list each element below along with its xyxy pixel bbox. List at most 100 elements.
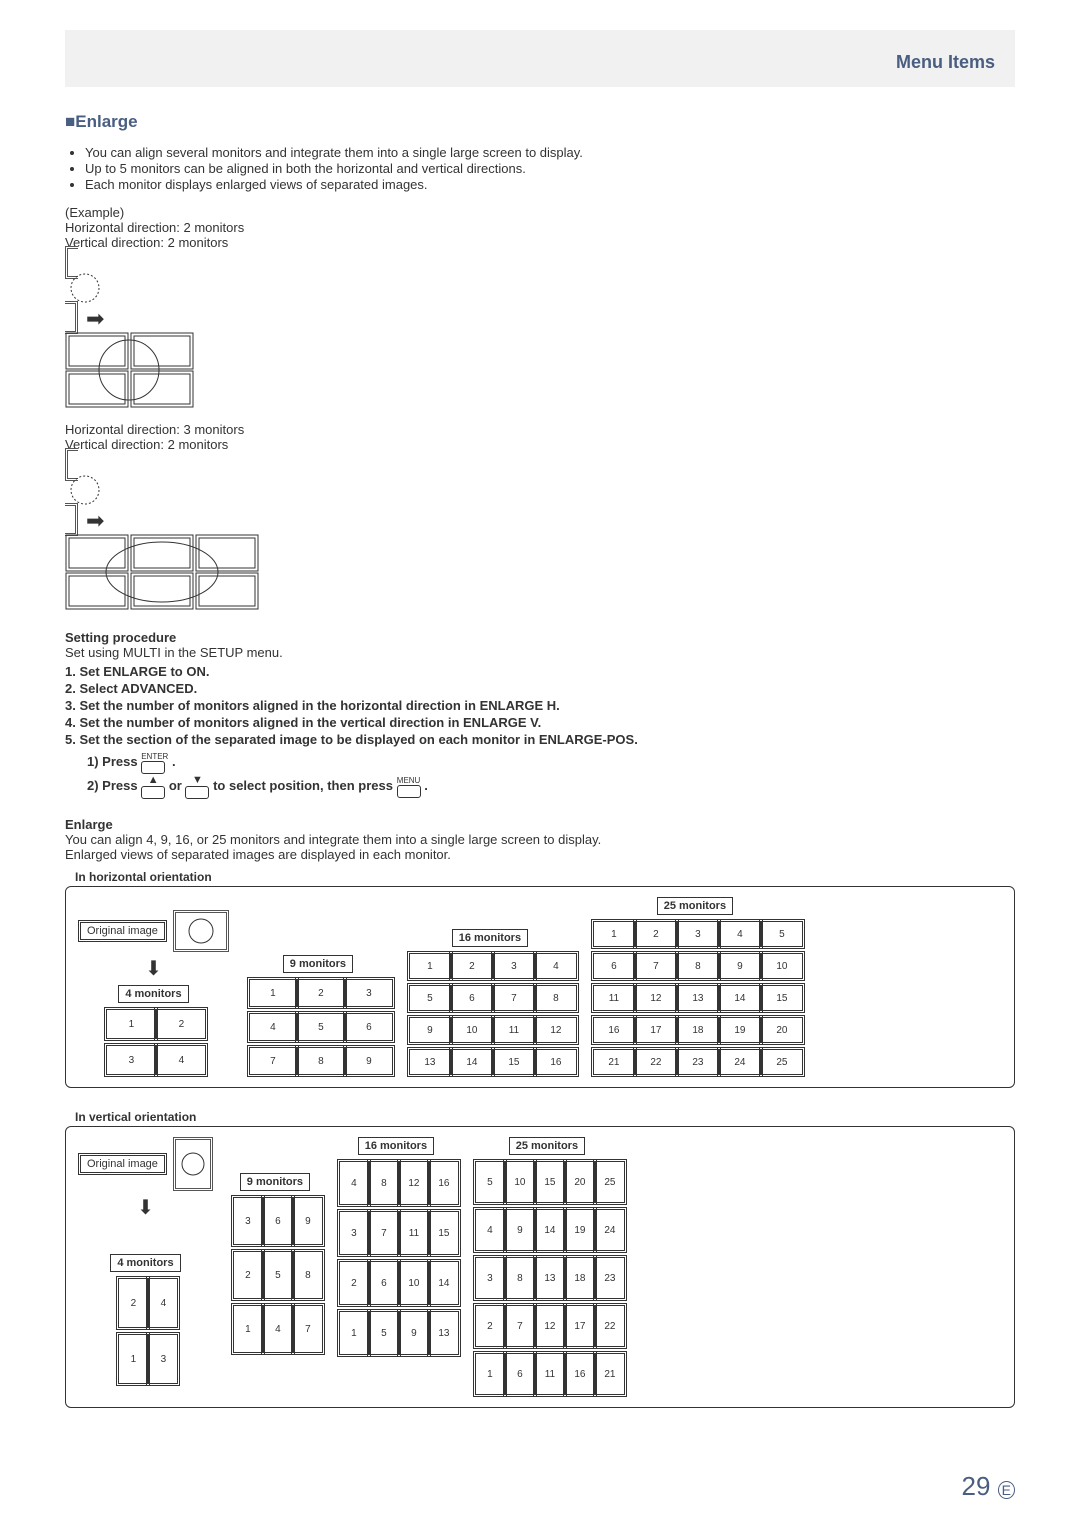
monitor-cell: 14: [717, 983, 763, 1013]
arrow-down-icon: ⬇: [137, 1195, 154, 1220]
monitor-cell: 14: [449, 1047, 495, 1077]
monitor-cell: 8: [503, 1255, 537, 1301]
horizontal-chart: Original image ⬇ 4 monitors 1234 9 monit…: [65, 886, 1015, 1088]
target-grid-2x2: [65, 332, 1015, 408]
monitor-cell: 10: [759, 951, 805, 981]
monitor-cell: 23: [593, 1255, 627, 1301]
grid-25-h: 1234567891011121314151617181920212223242…: [591, 919, 799, 1077]
monitor-cell: 15: [759, 983, 805, 1013]
page-suffix: E: [998, 1481, 1015, 1499]
monitor-cell: 11: [397, 1209, 431, 1257]
monitor-cell: 9: [503, 1207, 537, 1253]
monitor-cell: 6: [343, 1011, 395, 1043]
monitor-cell: 5: [407, 983, 453, 1013]
monitor-cell: 8: [533, 983, 579, 1013]
monitor-cell: 22: [593, 1303, 627, 1349]
monitor-cell: 1: [337, 1309, 371, 1357]
monitor-cell: 8: [291, 1249, 325, 1301]
monitor-cell: 1: [116, 1332, 150, 1386]
step: 3. Set the number of monitors aligned in…: [65, 698, 1015, 713]
monitor-cell: 4: [247, 1011, 299, 1043]
arrow-down-icon: ⬇: [145, 956, 162, 981]
substep-1: 1) Press ENTER .: [65, 751, 1015, 774]
original-image-label: Original image: [78, 1153, 167, 1175]
monitors-9-label: 9 monitors: [283, 955, 353, 973]
source-monitor-icon: [65, 448, 1015, 536]
procedure-heading: Setting procedure: [65, 630, 176, 645]
monitor-cell: 13: [427, 1309, 461, 1357]
monitor-cell: 15: [533, 1159, 567, 1205]
monitor-cell: 21: [591, 1047, 637, 1077]
monitors-4-label: 4 monitors: [110, 1254, 180, 1272]
monitor-cell: 12: [533, 1303, 567, 1349]
text: to select position, then press: [213, 778, 396, 793]
monitor-cell: 14: [427, 1259, 461, 1307]
setting-procedure: Setting procedure Set using MULTI in the…: [65, 630, 1015, 799]
bullet-item: Up to 5 monitors can be aligned in both …: [85, 161, 1015, 176]
monitor-cell: 3: [473, 1255, 507, 1301]
monitor-cell: 10: [397, 1259, 431, 1307]
monitor-cell: 15: [491, 1047, 537, 1077]
bullet-item: You can align several monitors and integ…: [85, 145, 1015, 160]
original-block-v: Original image ⬇ 4 monitors 2413: [78, 1137, 213, 1386]
monitor-cell: 4: [717, 919, 763, 949]
step: 1. Set ENLARGE to ON.: [65, 664, 1015, 679]
grid-4-h: 1234: [104, 1007, 202, 1077]
original-block: Original image ⬇ 4 monitors 1234: [78, 910, 229, 1077]
monitor-cell: 7: [503, 1303, 537, 1349]
menu-button-icon: MENU: [397, 775, 421, 798]
original-image-label: Original image: [78, 920, 167, 942]
monitor-cell: 16: [563, 1351, 597, 1397]
vertical-chart: Original image ⬇ 4 monitors 2413 9 monit…: [65, 1126, 1015, 1408]
monitor-cell: 12: [533, 1015, 579, 1045]
monitors-16-label: 16 monitors: [358, 1137, 434, 1155]
source-monitor-icon: [65, 246, 1015, 334]
monitor-cell: 12: [397, 1159, 431, 1207]
monitor-cell: 6: [503, 1351, 537, 1397]
content: ■Enlarge You can align several monitors …: [65, 87, 1015, 1408]
monitor-cell: 4: [337, 1159, 371, 1207]
monitor-cell: 8: [367, 1159, 401, 1207]
monitor-cell: 2: [231, 1249, 265, 1301]
monitor-cell: 2: [295, 977, 347, 1009]
monitor-cell: 2: [449, 951, 495, 981]
monitor-cell: 4: [261, 1303, 295, 1355]
example1-h: Horizontal direction: 2 monitors: [65, 220, 1015, 235]
enlarge-section-2: Enlarge You can align 4, 9, 16, or 25 mo…: [65, 817, 1015, 1408]
monitor-cell: 7: [247, 1045, 299, 1077]
monitor-cell: 5: [473, 1159, 507, 1205]
monitor-cell: 17: [633, 1015, 679, 1045]
label: MENU: [397, 776, 421, 785]
text: .: [424, 778, 428, 793]
grid-16-h: 12345678910111213141516: [407, 951, 573, 1077]
monitor-cell: 1: [247, 977, 299, 1009]
monitor-cell: 8: [675, 951, 721, 981]
step: 2. Select ADVANCED.: [65, 681, 1015, 696]
text: 2) Press: [87, 778, 141, 793]
monitors-16-label: 16 monitors: [452, 929, 528, 947]
step: 4. Set the number of monitors aligned in…: [65, 715, 1015, 730]
page-number-value: 29: [962, 1471, 991, 1501]
monitor-cell: 3: [146, 1332, 180, 1386]
grid-9-v: 369258147: [231, 1195, 319, 1355]
page-number: 29 E: [962, 1471, 1016, 1502]
monitor-cell: 6: [261, 1195, 295, 1247]
monitor-cell: 25: [759, 1047, 805, 1077]
enlarge-line1: You can align 4, 9, 16, or 25 monitors a…: [65, 832, 1015, 847]
horizontal-orientation-label: In horizontal orientation: [75, 870, 1015, 884]
enter-button-icon: ENTER: [141, 751, 168, 774]
monitor-cell: 1: [231, 1303, 265, 1355]
monitor-cell: 11: [591, 983, 637, 1013]
monitor-cell: 13: [533, 1255, 567, 1301]
text: or: [169, 778, 186, 793]
monitor-cell: 8: [295, 1045, 347, 1077]
monitor-cell: 7: [367, 1209, 401, 1257]
monitor-cell: 5: [367, 1309, 401, 1357]
up-button-icon: ▲: [141, 774, 165, 799]
arrow-right-icon: ➡: [86, 306, 104, 332]
monitor-cell: 16: [591, 1015, 637, 1045]
monitor-cell: 4: [473, 1207, 507, 1253]
monitor-cell: 14: [533, 1207, 567, 1253]
monitor-cell: 20: [759, 1015, 805, 1045]
arrow-right-icon: ➡: [86, 508, 104, 534]
